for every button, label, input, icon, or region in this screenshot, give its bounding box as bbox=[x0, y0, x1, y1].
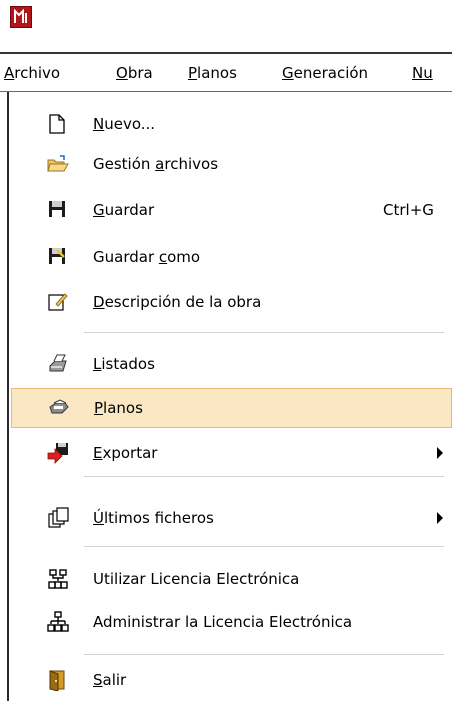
menu-item-listados[interactable]: Listados bbox=[9, 344, 452, 384]
new-document-icon bbox=[47, 113, 67, 135]
menu-separator bbox=[84, 332, 444, 333]
export-icon bbox=[47, 442, 68, 464]
menu-item-label: Nuevo... bbox=[93, 115, 156, 133]
menu-planos-label: lanos bbox=[197, 64, 237, 82]
menu-item-guardar-como[interactable]: Guardar como bbox=[9, 237, 452, 277]
plotter-icon bbox=[48, 397, 69, 419]
menu-generacion[interactable]: Generación bbox=[282, 64, 368, 82]
menu-item-descripcion-obra[interactable]: Descripción de la obra bbox=[9, 282, 452, 322]
menu-item-administrar-licencia[interactable]: Administrar la Licencia Electrónica bbox=[9, 602, 452, 642]
menu-item-label: Salir bbox=[93, 671, 127, 689]
menu-item-label: Planos bbox=[94, 399, 143, 417]
menu-item-label: Guardar como bbox=[93, 248, 201, 266]
menu-item-label: Utilizar Licencia Electrónica bbox=[93, 570, 300, 588]
menu-separator bbox=[84, 546, 444, 547]
menu-item-label: Administrar la Licencia Electrónica bbox=[93, 613, 353, 631]
menu-item-planos[interactable]: Planos bbox=[11, 388, 452, 428]
menu-item-guardar[interactable]: Guardar Ctrl+G bbox=[9, 190, 452, 230]
archivo-dropdown-menu: Nuevo... Gestión archivos Guardar Ctrl+G… bbox=[0, 91, 452, 701]
edit-document-icon bbox=[47, 291, 68, 313]
shortcut-ctrl-g: Ctrl+G bbox=[383, 201, 434, 219]
menu-item-salir[interactable]: Salir bbox=[9, 660, 452, 700]
app-logo-icon[interactable] bbox=[10, 6, 32, 28]
printer-icon bbox=[47, 353, 67, 375]
submenu-arrow-icon bbox=[437, 447, 443, 459]
menu-item-nuevo[interactable]: Nuevo... bbox=[9, 104, 452, 144]
menu-obra-label: bra bbox=[127, 64, 153, 82]
menu-separator bbox=[84, 654, 444, 655]
recent-files-icon bbox=[47, 507, 69, 529]
save-disk-icon bbox=[47, 199, 67, 221]
menu-item-label: Exportar bbox=[93, 444, 158, 462]
menu-archivo[interactable]: Archivo bbox=[4, 54, 60, 92]
submenu-arrow-icon bbox=[437, 512, 443, 524]
menu-separator bbox=[84, 476, 444, 477]
menu-item-label: Gestión archivos bbox=[93, 155, 219, 173]
menu-generacion-label: eneración bbox=[293, 64, 369, 82]
exit-door-icon bbox=[47, 669, 67, 692]
menu-item-label: Últimos ficheros bbox=[93, 509, 214, 527]
menu-bar: Archivo Obra Planos Generación Nu bbox=[0, 52, 452, 92]
title-bar bbox=[0, 0, 452, 35]
menu-item-exportar[interactable]: Exportar bbox=[9, 433, 452, 473]
network-license-icon bbox=[47, 568, 68, 590]
menu-nuevo-truncated[interactable]: Nu bbox=[412, 64, 433, 82]
menu-obra[interactable]: Obra bbox=[116, 64, 153, 82]
menu-planos[interactable]: Planos bbox=[188, 64, 237, 82]
menu-archivo-label: rchivo bbox=[14, 64, 61, 82]
save-as-icon bbox=[47, 246, 67, 268]
menu-archivo-accel: A bbox=[4, 64, 15, 82]
menu-item-label: Descripción de la obra bbox=[93, 293, 262, 311]
license-admin-icon bbox=[47, 611, 69, 633]
menu-item-ultimos-ficheros[interactable]: Últimos ficheros bbox=[9, 498, 452, 538]
menu-item-label: Listados bbox=[93, 355, 155, 373]
open-folder-icon bbox=[47, 153, 69, 175]
menu-obra-accel: O bbox=[116, 64, 128, 82]
menu-generacion-accel: G bbox=[282, 64, 294, 82]
menu-item-label: Guardar bbox=[93, 201, 155, 219]
menu-planos-accel: P bbox=[188, 64, 198, 82]
menu-item-utilizar-licencia[interactable]: Utilizar Licencia Electrónica bbox=[9, 559, 452, 599]
menu-item-gestion-archivos[interactable]: Gestión archivos bbox=[9, 144, 452, 184]
menu-nuevo-label: Nu bbox=[412, 64, 433, 82]
